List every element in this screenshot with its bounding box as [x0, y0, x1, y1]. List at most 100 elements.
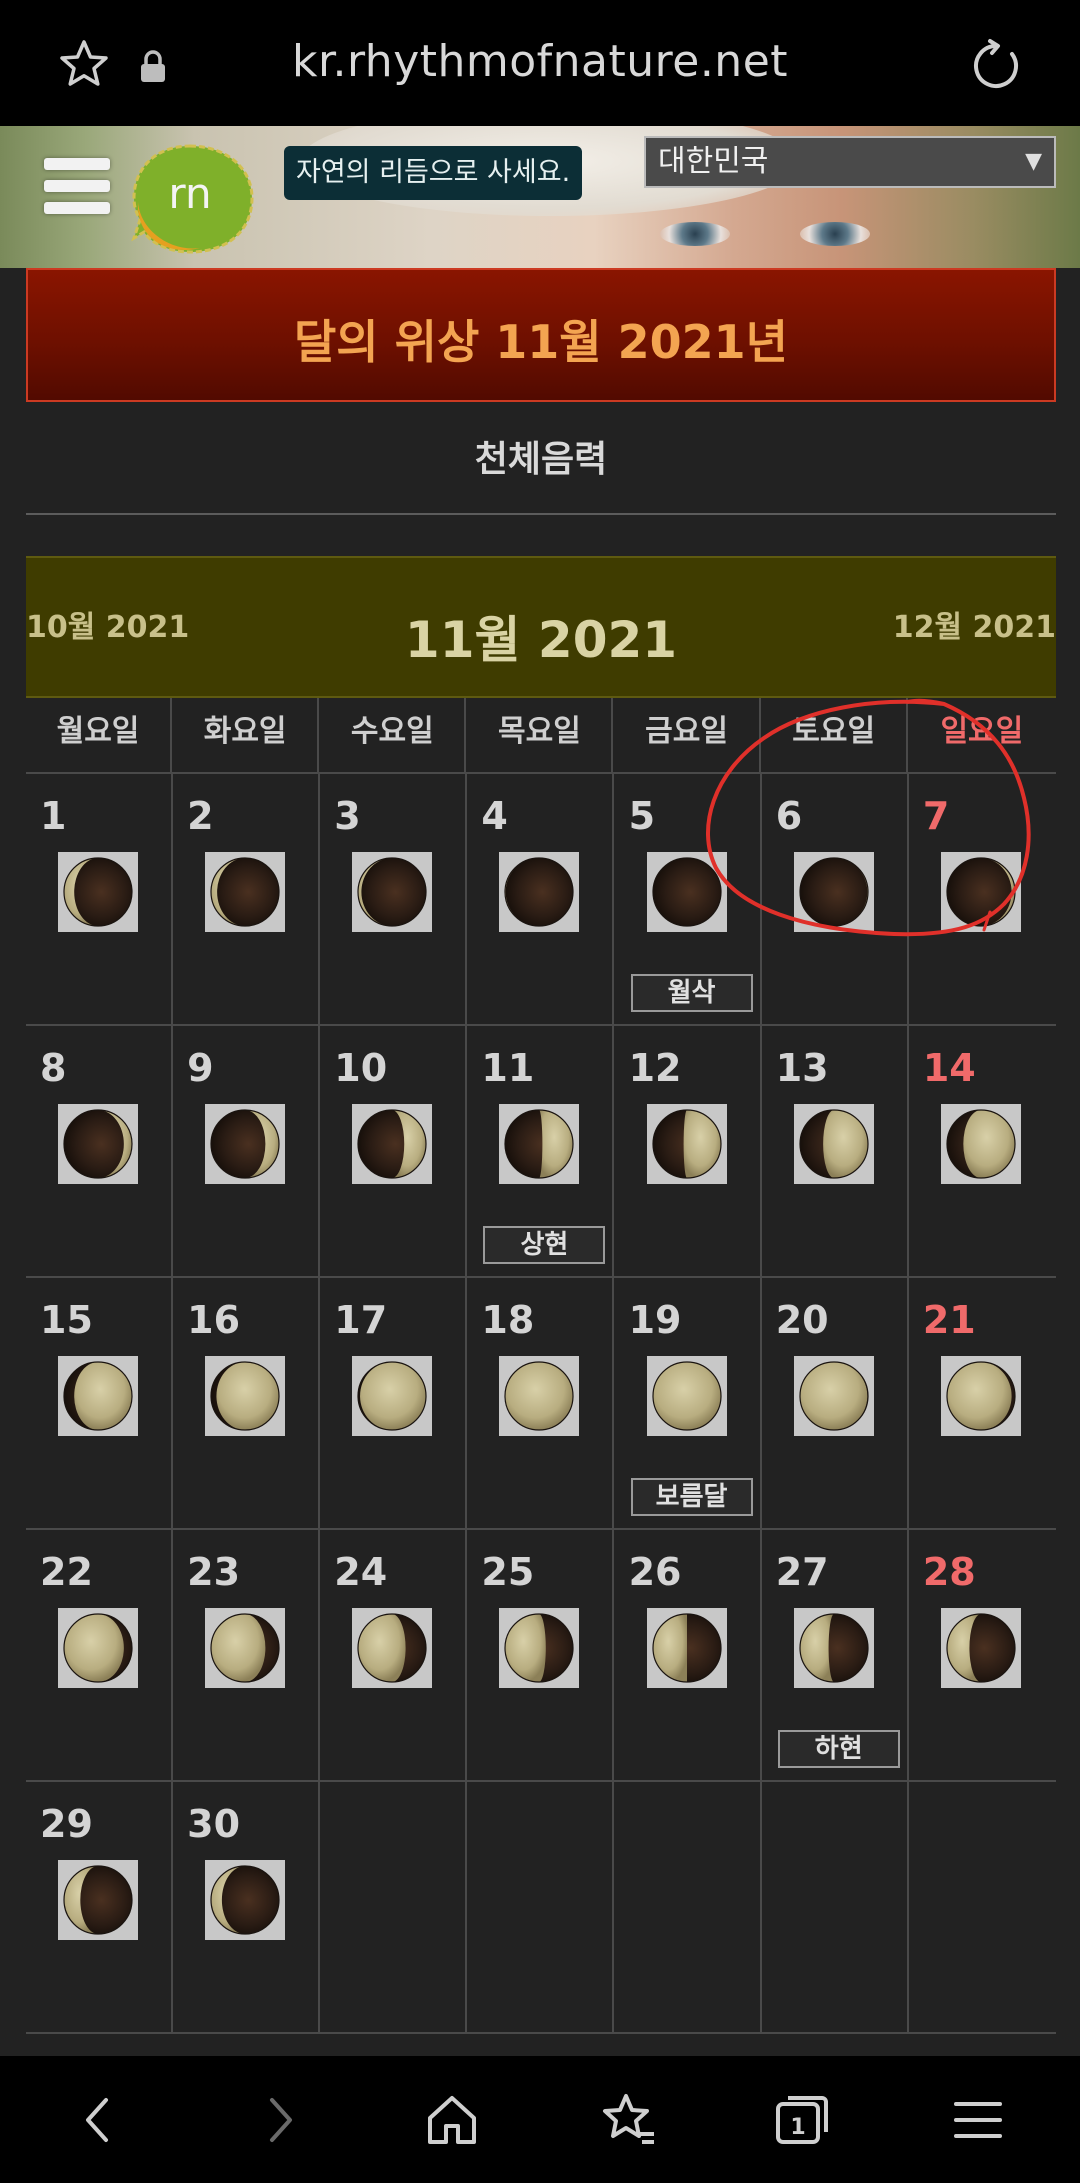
calendar-day-cell[interactable]: 20 — [762, 1278, 909, 1530]
calendar-day-cell[interactable]: 26 — [615, 1530, 762, 1782]
calendar-day-cell[interactable]: 29 — [26, 1782, 173, 2034]
moon-phase-icon — [357, 1109, 427, 1179]
calendar-day-cell[interactable]: 13 — [762, 1026, 909, 1278]
calendar-week-row: 1 2 3 4 5 월삭 6 7 — [26, 774, 1056, 1026]
calendar-day-cell[interactable]: 12 — [615, 1026, 762, 1278]
moon-phase-icon — [357, 857, 427, 927]
moon-image — [499, 1356, 580, 1436]
day-number: 19 — [628, 1298, 682, 1342]
calendar-day-cell[interactable]: 22 — [26, 1530, 173, 1782]
bookmarks-icon[interactable] — [598, 2090, 658, 2150]
hamburger-menu-icon[interactable] — [44, 158, 110, 224]
moon-phase-icon — [63, 1613, 133, 1683]
country-select[interactable]: 대한민국 ▼ — [644, 136, 1056, 188]
banner-photo-eye — [800, 222, 870, 246]
calendar-day-cell[interactable]: 4 — [467, 774, 615, 1026]
day-number: 9 — [187, 1046, 214, 1090]
calendar-day-cell[interactable]: 24 — [320, 1530, 468, 1782]
calendar-day-cell[interactable]: 10 — [320, 1026, 468, 1278]
calendar-day-cell[interactable]: 28 — [909, 1530, 1056, 1782]
day-number: 2 — [187, 794, 214, 838]
menu-icon[interactable] — [948, 2090, 1008, 2150]
day-number: 10 — [334, 1046, 388, 1090]
moon-phase-icon — [946, 857, 1016, 927]
tab-count: 1 — [790, 2115, 805, 2140]
calendar-day-cell[interactable]: 30 — [173, 1782, 321, 2034]
moon-image — [793, 852, 874, 932]
moon-phase-icon — [799, 1109, 869, 1179]
moon-phase-icon — [357, 1613, 427, 1683]
back-icon[interactable] — [68, 2090, 128, 2150]
day-number: 28 — [922, 1550, 976, 1594]
day-number: 15 — [40, 1298, 93, 1342]
tabs-icon[interactable]: 1 — [772, 2090, 832, 2150]
page-title-box: 달의 위상 11월 2021년 — [26, 268, 1056, 402]
calendar-day-cell[interactable]: 1 — [26, 774, 173, 1026]
moon-phase-icon — [799, 857, 869, 927]
moon-image — [352, 852, 433, 932]
calendar-empty-cell — [320, 1782, 468, 2034]
moon-image — [499, 852, 580, 932]
moon-image — [205, 1608, 286, 1688]
day-number: 30 — [187, 1802, 241, 1846]
day-number: 21 — [922, 1298, 976, 1342]
reload-icon[interactable] — [968, 38, 1024, 94]
calendar-day-cell[interactable]: 3 — [320, 774, 468, 1026]
weekday-label: 화요일 — [173, 698, 320, 774]
moon-phase-icon — [504, 1613, 575, 1683]
day-number: 17 — [334, 1298, 388, 1342]
moon-phase-icon — [946, 1109, 1016, 1179]
moon-phase-icon — [357, 1361, 427, 1431]
home-icon[interactable] — [422, 2090, 482, 2150]
weekday-label: 수요일 — [320, 698, 467, 774]
calendar-day-cell[interactable]: 18 — [467, 1278, 615, 1530]
moon-image — [205, 1104, 286, 1184]
moon-phase-icon — [63, 1865, 133, 1935]
next-month-link[interactable]: 12월 2021 — [893, 602, 1056, 646]
browser-address-bar: kr.rhythmofnature.net — [0, 0, 1080, 126]
site-logo[interactable]: rn — [130, 140, 260, 258]
moon-image — [352, 1608, 433, 1688]
moon-phase-icon — [63, 1109, 133, 1179]
weekday-label: 목요일 — [467, 698, 614, 774]
calendar-day-cell[interactable]: 21 — [909, 1278, 1056, 1530]
day-number: 25 — [481, 1550, 535, 1594]
day-number: 8 — [40, 1046, 67, 1090]
calendar-day-cell[interactable]: 23 — [173, 1530, 321, 1782]
calendar-week-row: 8 9 10 11 상현 12 13 14 — [26, 1026, 1056, 1278]
calendar-day-cell[interactable]: 5 월삭 — [615, 774, 762, 1026]
calendar-day-cell[interactable]: 11 상현 — [467, 1026, 615, 1278]
month-navigation: 10월 2021 11월 2021 12월 2021 — [26, 556, 1056, 698]
calendar-day-cell[interactable]: 2 — [173, 774, 321, 1026]
day-number: 11 — [481, 1046, 535, 1090]
calendar-day-cell[interactable]: 27 하현 — [762, 1530, 909, 1782]
calendar-day-cell[interactable]: 17 — [320, 1278, 468, 1530]
calendar-week-row: 15 16 17 18 19 보름달 20 21 — [26, 1278, 1056, 1530]
forward-icon[interactable] — [250, 2090, 310, 2150]
weekday-label: 토요일 — [762, 698, 908, 774]
star-icon[interactable] — [58, 38, 110, 90]
moon-image — [205, 1860, 286, 1940]
calendar-day-cell[interactable]: 6 — [762, 774, 909, 1026]
moon-phase-icon — [799, 1361, 869, 1431]
calendar-day-cell[interactable]: 16 — [173, 1278, 321, 1530]
calendar-day-cell[interactable]: 19 보름달 — [615, 1278, 762, 1530]
moon-phase-icon — [651, 1361, 722, 1431]
url-field[interactable]: kr.rhythmofnature.net — [200, 36, 880, 87]
calendar-day-cell[interactable]: 25 — [467, 1530, 615, 1782]
day-number: 6 — [775, 794, 803, 838]
moon-image — [205, 852, 286, 932]
moon-calendar: 월요일 화요일 수요일 목요일 금요일 토요일 일요일 1 2 3 4 5 월삭 6 7 8 9 10 11 상현 1… — [26, 698, 1056, 2034]
moon-phase-icon — [946, 1613, 1016, 1683]
phase-label: 상현 — [483, 1226, 606, 1264]
calendar-day-cell[interactable]: 9 — [173, 1026, 321, 1278]
calendar-day-cell[interactable]: 8 — [26, 1026, 173, 1278]
moon-phase-icon — [946, 1361, 1016, 1431]
calendar-day-cell[interactable]: 15 — [26, 1278, 173, 1530]
moon-phase-icon — [63, 1361, 133, 1431]
day-number: 18 — [481, 1298, 535, 1342]
calendar-day-cell[interactable]: 7 — [909, 774, 1056, 1026]
moon-image — [646, 852, 727, 932]
moon-image — [58, 1104, 138, 1184]
calendar-day-cell[interactable]: 14 — [909, 1026, 1056, 1278]
